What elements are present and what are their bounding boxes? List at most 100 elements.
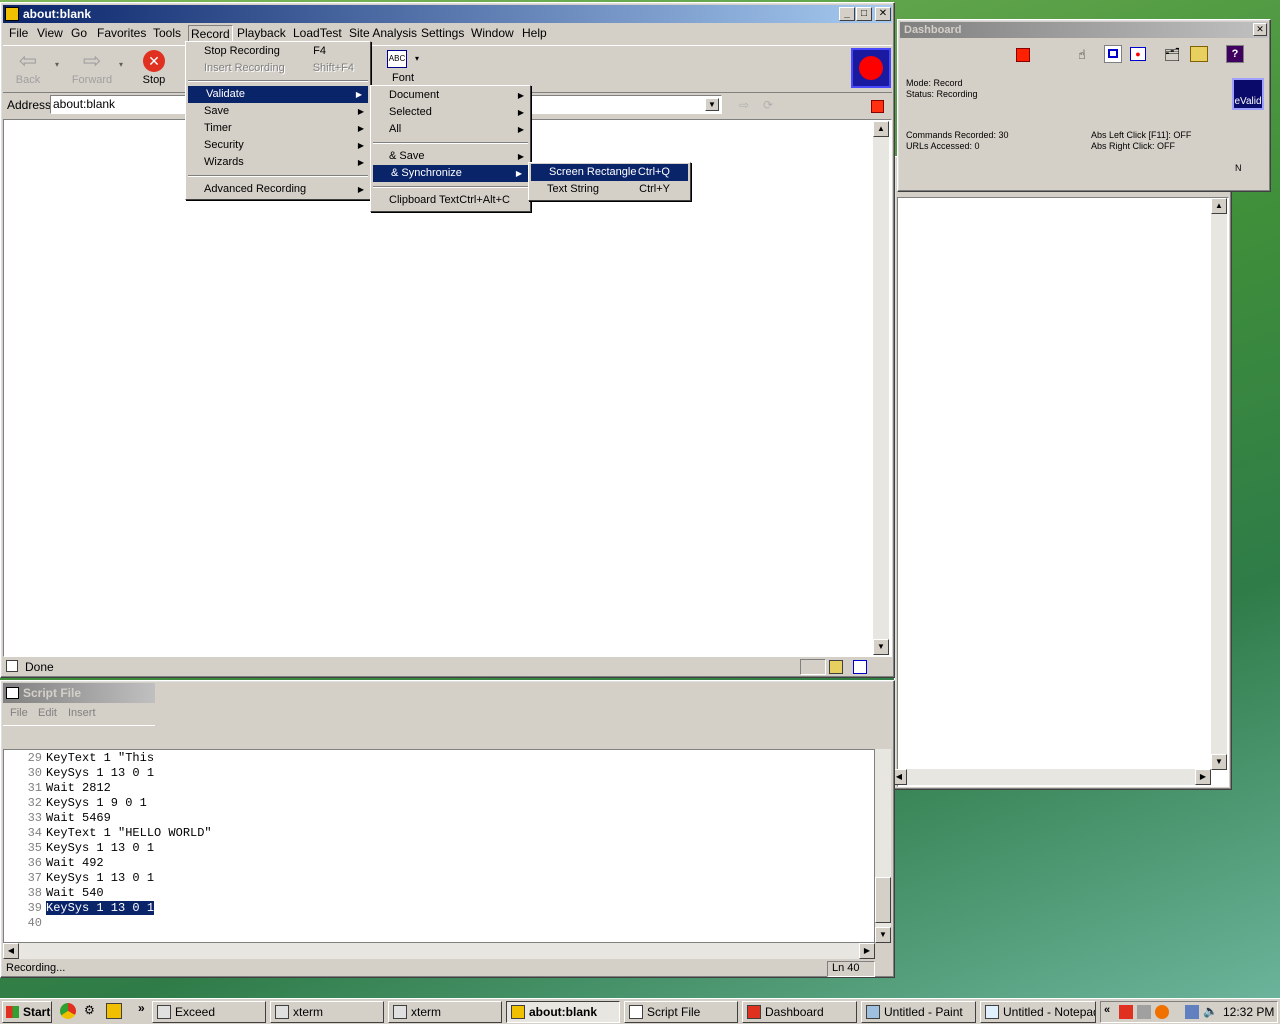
line-number: 33 — [27, 811, 42, 825]
scroll-down-button[interactable]: ▼ — [1211, 754, 1227, 770]
line-number: 32 — [27, 796, 42, 810]
menu-item-wizards[interactable]: Wizards ▶ — [186, 154, 370, 171]
menu-settings[interactable]: Settings — [421, 26, 464, 40]
menu-item-and-synchronize[interactable]: & Synchronize ▶ — [373, 165, 528, 182]
start-button[interactable]: Start — [2, 1001, 52, 1023]
menu-item-clipboard-text[interactable]: Clipboard Text Ctrl+Alt+C — [371, 192, 530, 209]
menu-playback[interactable]: Playback — [237, 26, 286, 40]
script-menu-file[interactable]: File — [10, 707, 28, 719]
menu-site-analysis[interactable]: Site Analysis — [349, 26, 417, 40]
clock[interactable]: 12:32 PM — [1223, 1005, 1274, 1019]
tray-computer-icon[interactable] — [1185, 1005, 1199, 1019]
menu-item-all[interactable]: All ▶ — [371, 121, 530, 138]
menu-item-and-save[interactable]: & Save ▶ — [371, 148, 530, 165]
menu-separator — [373, 142, 528, 144]
browser-maximize-button[interactable]: □ — [856, 7, 872, 21]
script-horizontal-scrollbar[interactable]: ◀ ▶ — [3, 943, 875, 959]
taskbar-button-xterm[interactable]: xterm — [388, 1001, 502, 1023]
menu-item-selected[interactable]: Selected ▶ — [371, 104, 530, 121]
dashboard-mode: Mode: Record — [906, 78, 963, 88]
address-value: about:blank — [53, 97, 116, 111]
taskbar-button-about-blank[interactable]: about:blank — [506, 1001, 620, 1023]
stop-icon: ✕ — [143, 50, 165, 72]
scroll-up-button[interactable]: ▲ — [1211, 198, 1227, 214]
browser-app-icon — [5, 7, 19, 21]
script-scroll-left-button[interactable]: ◀ — [3, 943, 19, 959]
quicklaunch-overflow-icon[interactable]: » — [138, 1001, 145, 1015]
tray-app-icon[interactable] — [1119, 1005, 1133, 1019]
script-menu-edit[interactable]: Edit — [38, 707, 57, 719]
taskbar-button-xterm[interactable]: xterm — [270, 1001, 384, 1023]
script-vertical-scrollbar[interactable]: ▼ — [875, 749, 891, 943]
record-indicator-icon[interactable] — [851, 48, 891, 88]
taskbar-button-untitled-notepad[interactable]: Untitled - Notepad — [980, 1001, 1096, 1023]
menu-view[interactable]: View — [37, 26, 63, 40]
speaker-icon[interactable]: 🔈 — [1203, 1004, 1218, 1018]
menu-item-timer[interactable]: Timer ▶ — [186, 120, 370, 137]
folder-icon[interactable] — [1190, 46, 1208, 62]
taskbar-app-icon — [985, 1005, 999, 1019]
script-scroll-right-button[interactable]: ▶ — [859, 943, 875, 959]
quicklaunch-network-icon[interactable]: ⚙ — [84, 1003, 100, 1019]
menu-item-security[interactable]: Security ▶ — [186, 137, 370, 154]
script-scroll-thumb[interactable] — [875, 877, 891, 923]
scroll-right-button[interactable]: ▶ — [1195, 769, 1211, 785]
browser-scroll-up-button[interactable]: ▲ — [873, 121, 889, 137]
menu-loadtest[interactable]: LoadTest — [293, 26, 342, 40]
taskbar-button-untitled-paint[interactable]: Untitled - Paint — [861, 1001, 976, 1023]
menu-window[interactable]: Window — [471, 26, 514, 40]
browser-minimize-button[interactable]: _ — [839, 7, 855, 21]
tray-update-icon[interactable] — [1155, 1005, 1169, 1019]
help-icon[interactable]: ? — [1226, 45, 1244, 63]
menu-item-text-string[interactable]: Text String Ctrl+Y — [529, 181, 690, 198]
menu-item-insert-recording[interactable]: Insert Recording Shift+F4 — [186, 60, 370, 77]
line-indicator: Ln 40 — [832, 962, 860, 974]
line-number: 38 — [27, 886, 42, 900]
menu-go[interactable]: Go — [71, 26, 87, 40]
menu-item-advanced-recording[interactable]: Advanced Recording ▶ — [186, 181, 370, 198]
back-dropdown-arrow[interactable]: ▾ — [55, 60, 59, 69]
dashboard-close-button[interactable]: ✕ — [1253, 23, 1267, 36]
forward-button[interactable]: ⇨ Forward — [69, 48, 115, 92]
tray-expand-icon[interactable]: « — [1104, 1004, 1110, 1016]
menu-item-screen-rectangle[interactable]: Screen Rectangle Ctrl+Q — [531, 164, 688, 181]
taskbar-button-script-file[interactable]: Script File — [624, 1001, 738, 1023]
font-dropdown-arrow[interactable]: ▾ — [415, 54, 419, 63]
hand-icon[interactable]: ☝ — [1078, 47, 1094, 63]
menu-item-validate[interactable]: Validate ▶ — [188, 86, 368, 103]
script-editor[interactable]: 29 KeyText 1 "This 30 KeySys 1 13 0 1 31 Wait… — [3, 749, 875, 943]
properties-icon[interactable]: 🗂 — [1164, 47, 1181, 63]
taskbar-button-exceed[interactable]: Exceed — [152, 1001, 266, 1023]
go-icon[interactable]: ⇨ — [739, 98, 753, 112]
browser-scroll-down-button[interactable]: ▼ — [873, 639, 889, 655]
quicklaunch-evalid-icon[interactable] — [106, 1003, 122, 1019]
browser-close-button[interactable]: ✕ — [875, 7, 891, 21]
back-button[interactable]: ⇦ Back — [5, 48, 51, 92]
zone-icon — [829, 660, 843, 674]
menu-tools[interactable]: Tools — [153, 26, 181, 40]
target-window-icon[interactable]: ● — [1130, 47, 1146, 61]
line-number: 35 — [27, 841, 42, 855]
window-icon[interactable] — [1104, 45, 1122, 63]
menu-item-save[interactable]: Save ▶ — [186, 103, 370, 120]
forward-dropdown-arrow[interactable]: ▾ — [119, 60, 123, 69]
refresh-icon[interactable]: ⟳ — [763, 98, 777, 112]
taskbar-button-label: about:blank — [529, 1005, 597, 1019]
menu-file[interactable]: File — [9, 26, 28, 40]
record-stop-icon[interactable] — [1016, 48, 1030, 62]
menu-item-stop-recording[interactable]: Stop Recording F4 — [186, 43, 370, 60]
taskbar-button-dashboard[interactable]: Dashboard — [742, 1001, 857, 1023]
script-menu-insert[interactable]: Insert — [68, 707, 96, 719]
menu-item-label: Insert Recording — [204, 62, 285, 74]
address-dropdown-button[interactable]: ▼ — [705, 98, 719, 111]
address-label: Address — [7, 98, 52, 112]
menu-favorites[interactable]: Favorites — [97, 26, 146, 40]
browser-vertical-scrollbar[interactable]: ▲ ▼ — [873, 121, 889, 655]
stop-button[interactable]: ✕ Stop — [131, 48, 177, 92]
tray-network-icon[interactable] — [1137, 1005, 1151, 1019]
menu-item-document[interactable]: Document ▶ — [371, 87, 530, 104]
quicklaunch-chrome-icon[interactable] — [60, 1003, 76, 1019]
script-scroll-down-button[interactable]: ▼ — [875, 927, 891, 943]
vertical-scrollbar[interactable]: ▲ ▼ — [1211, 198, 1227, 770]
menu-help[interactable]: Help — [522, 26, 547, 40]
